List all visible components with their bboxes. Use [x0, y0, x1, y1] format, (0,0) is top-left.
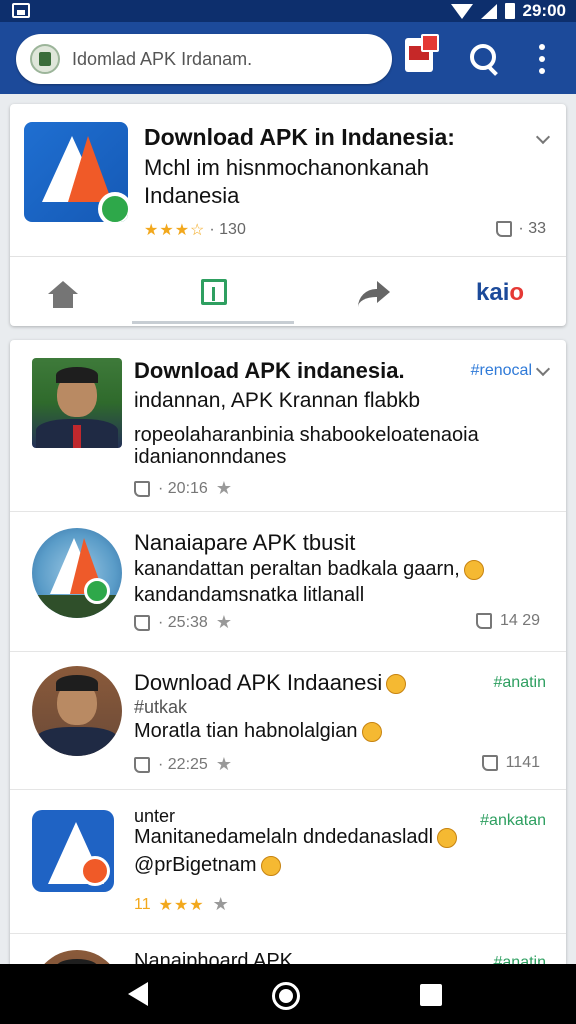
app-bar: Idomlad APK Irdanam. [0, 22, 576, 94]
thumbs-up-icon [481, 755, 498, 771]
rating-count: · 130 [209, 221, 246, 238]
back-icon[interactable] [128, 982, 148, 1006]
post-time: · 22:25 [158, 755, 208, 773]
featured-likes[interactable]: · 33 [496, 220, 546, 238]
status-time: 29:00 [522, 1, 566, 20]
status-bar: 29:00 [0, 0, 576, 22]
cell-signal-icon [480, 3, 497, 19]
app-logo-icon[interactable] [24, 122, 128, 222]
search-bar[interactable]: Idomlad APK Irdanam. [16, 34, 392, 84]
emoji-icon [463, 559, 484, 580]
chevron-down-icon[interactable] [535, 361, 551, 377]
post-line: kanandattan peraltan badkala gaarn, [134, 556, 544, 582]
share-icon[interactable] [358, 281, 390, 305]
thumbs-up-icon[interactable] [134, 614, 150, 631]
wifi-icon [450, 3, 473, 19]
post-likes[interactable]: 1141 [481, 754, 540, 772]
post-tag[interactable]: #renocal [471, 362, 532, 380]
emoji-icon [437, 827, 458, 848]
feed-card: Download APK indanesia. #renocal indanna… [10, 340, 566, 980]
rating-prefix: 11 [134, 895, 151, 913]
post-meta: · 22:25 ★ [134, 754, 232, 775]
likes-count: · 33 [518, 220, 546, 237]
post-meta: · 20:16 ★ [134, 478, 232, 499]
star-icon[interactable]: ★ [213, 894, 229, 915]
star-icon[interactable]: ★ [216, 754, 232, 775]
home-icon[interactable] [48, 281, 78, 309]
author-avatar[interactable] [32, 666, 122, 756]
search-icon[interactable] [470, 44, 500, 74]
battery-icon [504, 3, 515, 19]
star-icon[interactable]: ★ [216, 478, 232, 499]
feed-post[interactable]: Download APK Indaanesi #anatin #utkak Mo… [10, 652, 566, 790]
rating-stars: ★★★ [158, 896, 205, 914]
featured-app-card: Download APK in Indanesia: Mchl im hisnm… [10, 104, 566, 326]
featured-rating: ★★★☆ · 130 [144, 220, 246, 240]
status-icons: 29:00 [450, 0, 566, 22]
active-tab-indicator [132, 321, 294, 324]
search-query[interactable]: Idomlad APK Irdanam. [72, 49, 252, 70]
tabs-icon[interactable] [405, 34, 439, 72]
post-line: indannan, APK Krannan flabkb [134, 389, 421, 412]
home-button-icon[interactable] [272, 982, 300, 1010]
post-meta: · 25:38 ★ [134, 612, 232, 633]
post-line: kandandamsnatka litlanall [134, 584, 365, 606]
bookmark-icon[interactable] [201, 279, 227, 305]
recents-icon[interactable] [420, 984, 442, 1006]
emoji-icon [361, 721, 382, 742]
post-time: · 20:16 [158, 479, 208, 497]
post-line: @prBigetnam [134, 852, 544, 878]
emoji-icon [260, 855, 281, 876]
thumbs-up-icon[interactable] [134, 756, 150, 773]
featured-subtitle: Mchl im hisnmochanonkanah Indanesia [144, 155, 429, 208]
rating-stars: ★★★☆ [144, 222, 206, 239]
post-title[interactable]: Nanaiapare APK tbusit [134, 530, 355, 556]
post-hashtag[interactable]: #utkak [134, 694, 544, 720]
author-avatar[interactable] [32, 810, 114, 892]
featured-title[interactable]: Download APK in Indanesia: [144, 124, 455, 151]
post-title[interactable]: Download APK Indaanesi [134, 670, 407, 696]
post-title[interactable]: Download APK indanesia. [134, 358, 405, 384]
chevron-down-icon[interactable] [535, 129, 551, 145]
gallery-notification-icon [12, 3, 30, 18]
emoji-icon [386, 674, 407, 695]
star-icon[interactable]: ★ [216, 612, 232, 633]
feed-post[interactable]: Nanaiapare APK tbusit kanandattan peralt… [10, 512, 566, 652]
feed-post[interactable]: Download APK indanesia. #renocal indanna… [10, 340, 566, 512]
site-favicon-icon [30, 44, 60, 74]
author-avatar[interactable] [32, 528, 122, 618]
post-line: Manitanedamelaln dndedanasladl [134, 824, 544, 850]
author-avatar[interactable] [32, 358, 122, 448]
thumbs-up-icon[interactable] [134, 480, 150, 497]
post-time: · 25:38 [158, 613, 208, 631]
post-likes[interactable]: 14 29 [475, 612, 540, 630]
feed-post[interactable]: unter #ankatan Manitanedamelaln dndedana… [10, 790, 566, 934]
thumbs-up-icon [496, 221, 513, 237]
action-bar: kaio [10, 257, 566, 326]
thumbs-up-icon [475, 613, 492, 629]
brand-logo[interactable]: kaio [476, 279, 524, 307]
post-line: Moratla tian habnolalgian [134, 718, 544, 744]
system-nav-bar [0, 964, 576, 1024]
more-vert-icon[interactable] [537, 44, 547, 74]
post-line: idanianonndanes [134, 446, 287, 468]
post-meta: 11 ★★★ ★ [134, 894, 229, 915]
post-tag[interactable]: #anatin [494, 674, 547, 692]
